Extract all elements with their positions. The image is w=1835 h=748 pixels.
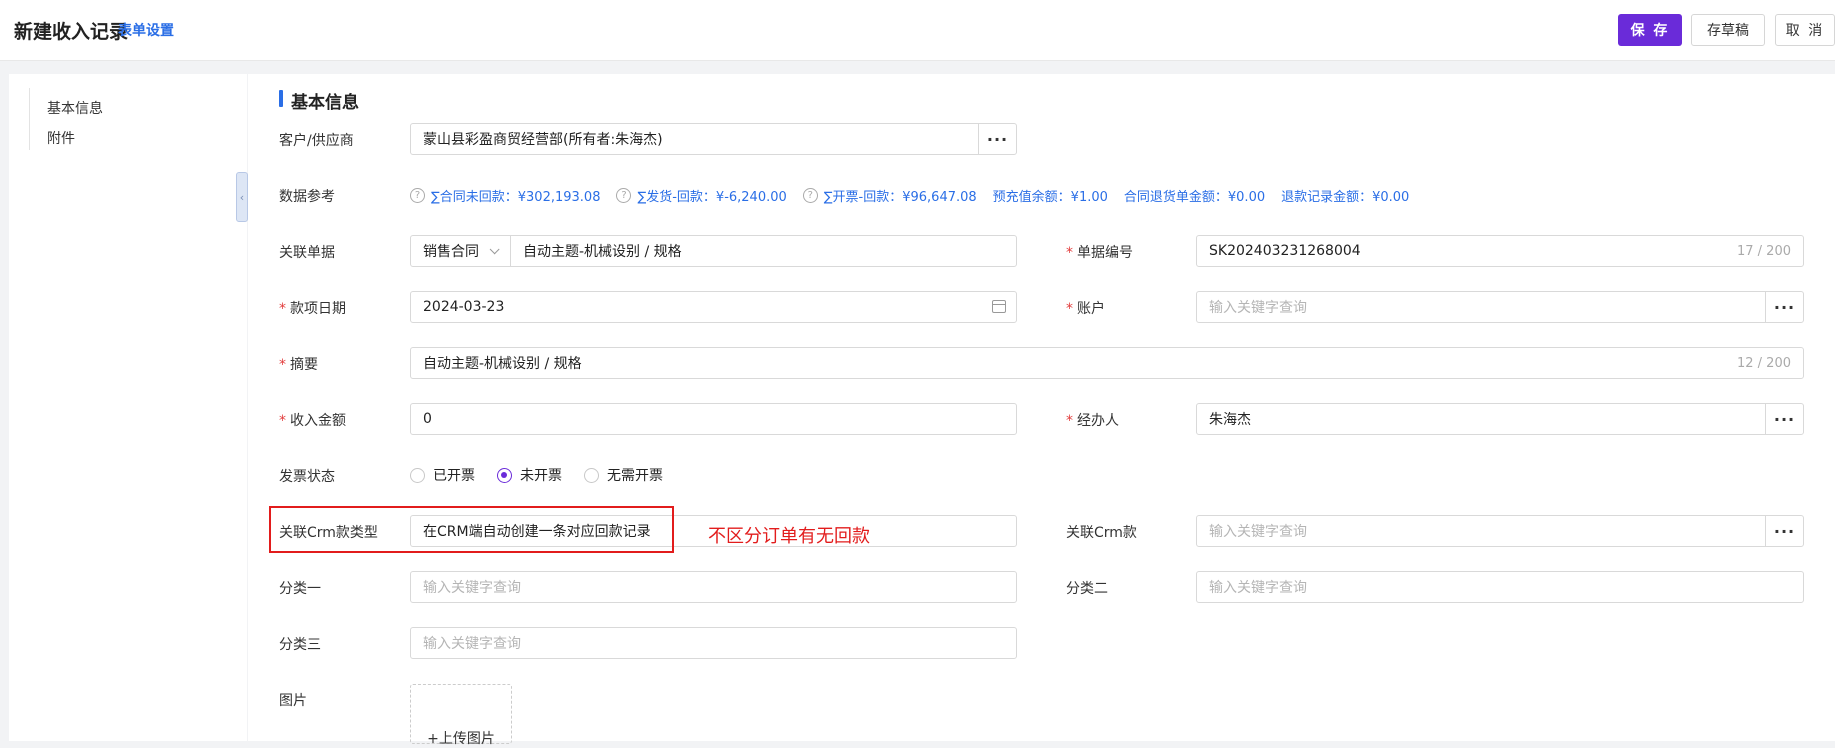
cancel-button[interactable]: 取 消 (1775, 14, 1835, 46)
related-doc-label: 关联单据 (279, 245, 335, 261)
data-ref-row: ? ∑合同未回款：¥302,193.08 ? ∑发货-回款：¥-6,240.00 ?… (410, 186, 1425, 205)
invoice-status-radio-group: 已开票 未开票 无需开票 (410, 465, 685, 485)
sidebar-nav: 基本信息 附件 (9, 74, 247, 741)
save-button[interactable]: 保 存 (1618, 14, 1682, 46)
chevron-left-icon: ‹ (239, 190, 245, 204)
radio-not-invoiced[interactable]: 未开票 (497, 465, 562, 485)
doc-no-field[interactable]: SK202403231268004 17 / 200 (1196, 235, 1804, 267)
amount-field[interactable]: 0 (410, 403, 1017, 435)
top-bar: 新建收入记录 表单设置 保 存 存草稿 取 消 (0, 0, 1835, 61)
account-label-text: 账户 (1077, 301, 1105, 317)
sidebar-divider (29, 88, 30, 150)
radio-not-invoiced-label: 未开票 (520, 468, 562, 484)
date-field[interactable]: 2024-03-23 (410, 291, 1017, 323)
more-icon: ··· (1773, 297, 1796, 317)
amount-label-text: 收入金额 (290, 413, 346, 429)
category2-label: 分类二 (1066, 581, 1108, 597)
doc-no-value: SK202403231268004 (1209, 243, 1361, 259)
crm-payment-more-button[interactable]: ··· (1765, 516, 1803, 546)
radio-invoiced[interactable]: 已开票 (410, 465, 475, 485)
account-label: * 账户 (1066, 301, 1105, 317)
radio-no-invoice-needed[interactable]: 无需开票 (584, 465, 663, 485)
category2-placeholder: 输入关键字查询 (1209, 580, 1307, 596)
annotation-note: 不区分订单有无回款 (708, 526, 870, 547)
crm-payment-label: 关联Crm款 (1066, 525, 1137, 541)
customer-value: 蒙山县彩盈商贸经营部(所有者:朱海杰) (423, 132, 663, 148)
ref-contract-unpaid: ∑合同未回款：¥302,193.08 (431, 190, 601, 205)
category3-placeholder: 输入关键字查询 (423, 636, 521, 652)
category1-field[interactable]: 输入关键字查询 (410, 571, 1017, 603)
category1-label: 分类一 (279, 581, 321, 597)
customer-label: 客户/供应商 (279, 133, 354, 149)
account-field[interactable]: 输入关键字查询 ··· (1196, 291, 1804, 323)
doc-no-label-text: 单据编号 (1077, 245, 1133, 261)
related-doc-value: 自动主题-机械设别 / 规格 (523, 244, 682, 260)
help-icon[interactable]: ? (410, 188, 425, 203)
sidebar-item-attachments[interactable]: 附件 (47, 128, 75, 148)
ref-shipment-minus-payment: ∑发货-回款：¥-6,240.00 (637, 190, 787, 205)
ref-invoice-minus-payment: ∑开票-回款：¥96,647.08 (823, 190, 977, 205)
calendar-icon[interactable] (992, 300, 1006, 313)
category1-placeholder: 输入关键字查询 (423, 580, 521, 596)
account-placeholder: 输入关键字查询 (1209, 300, 1307, 316)
handler-value: 朱海杰 (1209, 412, 1251, 428)
account-more-button[interactable]: ··· (1765, 292, 1803, 322)
radio-selected-icon (497, 467, 512, 483)
help-icon[interactable]: ? (616, 188, 632, 203)
data-ref-label: 数据参考 (279, 189, 335, 205)
ref-return-amount: 合同退货单金额：¥0.00 (1123, 190, 1266, 205)
handler-label-text: 经办人 (1077, 413, 1119, 429)
more-icon: ··· (986, 129, 1009, 149)
handler-field[interactable]: 朱海杰 ··· (1196, 403, 1804, 435)
collapse-sidebar-handle[interactable]: ‹ (236, 172, 248, 222)
radio-invoiced-label: 已开票 (433, 468, 475, 484)
ref-refund-amount: 退款记录金额：¥0.00 (1281, 190, 1410, 205)
crm-payment-field[interactable]: 输入关键字查询 ··· (1196, 515, 1804, 547)
category2-field[interactable]: 输入关键字查询 (1196, 571, 1804, 603)
category3-label: 分类三 (279, 637, 321, 653)
save-draft-button[interactable]: 存草稿 (1691, 14, 1765, 46)
sidebar-item-basic-info[interactable]: 基本信息 (47, 98, 103, 118)
customer-field[interactable]: 蒙山县彩盈商贸经营部(所有者:朱海杰) ··· (410, 123, 1017, 155)
crm-payment-placeholder: 输入关键字查询 (1209, 524, 1307, 540)
date-value: 2024-03-23 (423, 299, 505, 315)
summary-field[interactable]: 自动主题-机械设别 / 规格 12 / 200 (410, 347, 1804, 379)
highlight-box (269, 506, 674, 553)
summary-counter: 12 / 200 (1737, 355, 1791, 371)
summary-label: * 摘要 (279, 357, 318, 373)
more-icon: ··· (1773, 521, 1796, 541)
date-label: * 款项日期 (279, 301, 346, 317)
related-doc-field[interactable]: 销售合同 自动主题-机械设别 / 规格 (410, 235, 1017, 267)
handler-label: * 经办人 (1066, 413, 1119, 429)
related-doc-type-select[interactable]: 销售合同 (411, 236, 511, 266)
more-icon: ··· (1773, 409, 1796, 429)
radio-no-invoice-label: 无需开票 (607, 468, 663, 484)
handler-more-button[interactable]: ··· (1765, 404, 1803, 434)
chevron-down-icon (489, 243, 500, 254)
doc-no-label: * 单据编号 (1066, 245, 1133, 261)
date-label-text: 款项日期 (290, 301, 346, 317)
upload-image-button[interactable]: +上传图片 (410, 684, 512, 747)
summary-label-text: 摘要 (290, 357, 318, 373)
customer-more-button[interactable]: ··· (978, 124, 1016, 154)
summary-value: 自动主题-机械设别 / 规格 (423, 356, 582, 372)
image-label: 图片 (279, 693, 307, 709)
ref-prepaid-balance: 预充值余额：¥1.00 (992, 190, 1108, 205)
radio-icon (410, 467, 425, 483)
invoice-status-label: 发票状态 (279, 469, 335, 485)
radio-icon (584, 467, 599, 483)
help-icon[interactable]: ? (802, 188, 818, 203)
section-title: 基本信息 (279, 88, 359, 113)
category3-field[interactable]: 输入关键字查询 (410, 627, 1017, 659)
page-title: 新建收入记录 (14, 21, 129, 43)
amount-label: * 收入金额 (279, 413, 346, 429)
form-settings-link[interactable]: 表单设置 (118, 20, 174, 40)
related-doc-type-value: 销售合同 (423, 244, 479, 260)
doc-no-counter: 17 / 200 (1737, 243, 1791, 259)
amount-value: 0 (423, 411, 432, 427)
